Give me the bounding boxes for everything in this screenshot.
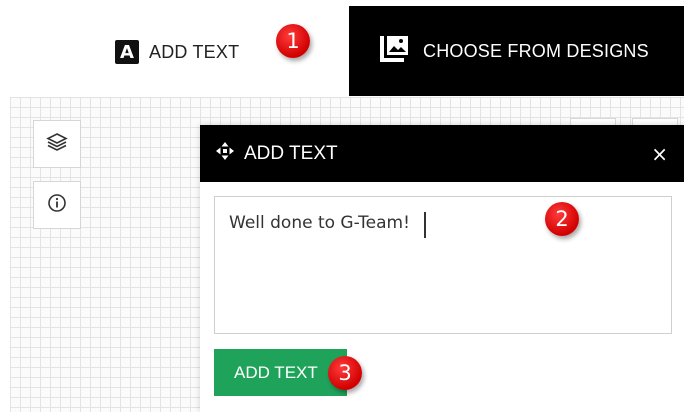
step-badge-3: 3 xyxy=(328,356,362,390)
text-input[interactable]: Well done to G-Team! xyxy=(214,196,672,334)
a-letter-icon: A xyxy=(115,40,139,64)
move-arrows-icon xyxy=(216,142,234,165)
dialog-title: ADD TEXT xyxy=(244,142,338,164)
image-gallery-icon xyxy=(379,35,409,68)
tab-add-text[interactable]: A ADD TEXT xyxy=(115,38,239,66)
info-icon xyxy=(47,193,67,218)
tab-choose-from-designs[interactable]: CHOOSE FROM DESIGNS xyxy=(349,6,684,96)
close-icon[interactable]: × xyxy=(651,142,668,166)
step-badge-1: 1 xyxy=(276,24,310,58)
step-badge-2: 2 xyxy=(545,202,579,236)
text-cursor xyxy=(424,212,426,238)
tab-add-text-label: ADD TEXT xyxy=(149,41,240,62)
info-button[interactable] xyxy=(33,181,81,229)
tab-designs-label: CHOOSE FROM DESIGNS xyxy=(423,40,649,61)
add-text-dialog: ADD TEXT × Well done to G-Team! ADD TEXT xyxy=(200,125,684,412)
layers-button[interactable] xyxy=(33,120,81,168)
dialog-header[interactable]: ADD TEXT × xyxy=(200,125,684,182)
layers-icon xyxy=(46,132,68,157)
